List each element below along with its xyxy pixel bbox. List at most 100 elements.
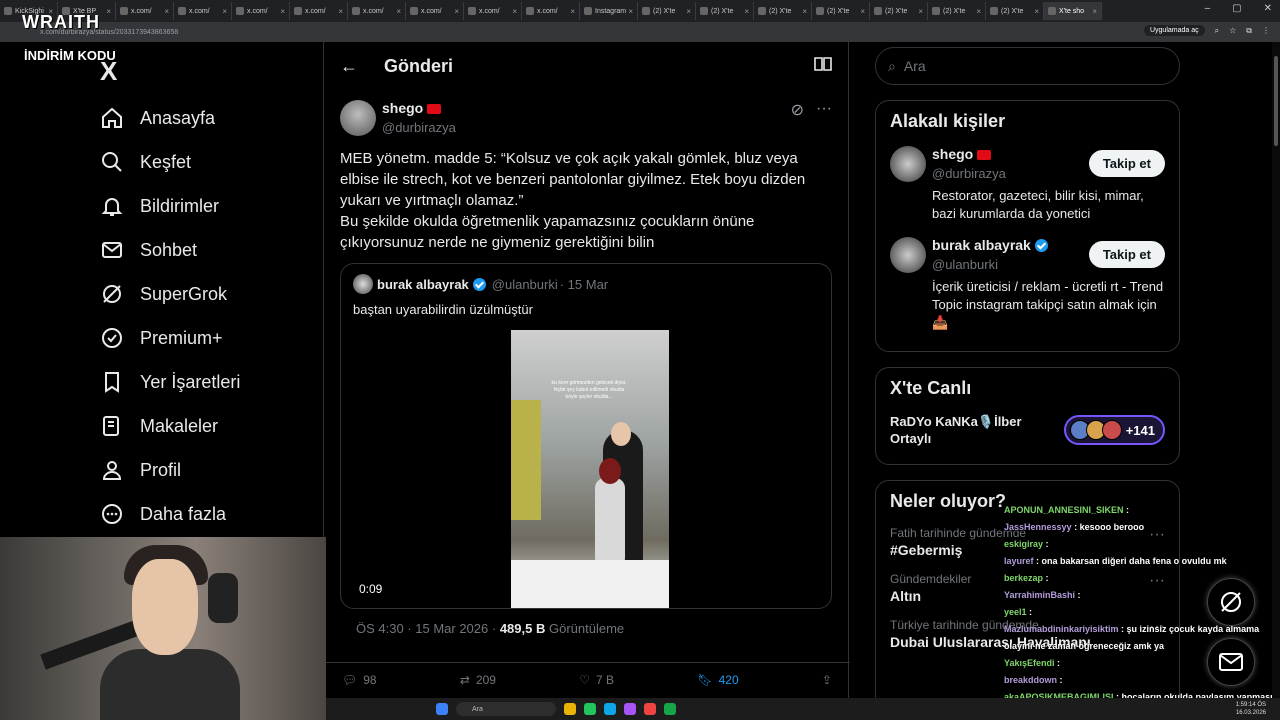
browser-tab[interactable]: x.com/ × (116, 2, 174, 20)
share-button[interactable]: ⇪ (822, 673, 832, 687)
taskbar-search[interactable]: Ara (456, 702, 556, 716)
browser-tab[interactable]: x.com/ × (348, 2, 406, 20)
back-arrow-icon[interactable]: ← (340, 56, 358, 77)
chat-username[interactable]: berkezap (1004, 573, 1043, 583)
page-scrollbar[interactable] (1272, 42, 1280, 698)
browser-tab[interactable]: (2) X'te × (928, 2, 986, 20)
sidebar-item-home[interactable]: Anasayfa (100, 96, 240, 140)
close-tab-icon[interactable]: × (396, 7, 401, 16)
address-bar[interactable]: x.com/durbirazya/status/2033173943863658… (0, 22, 1280, 42)
close-tab-icon[interactable]: × (570, 7, 575, 16)
sidebar-item-more[interactable]: Daha fazla (100, 492, 240, 536)
close-tab-icon[interactable]: × (860, 7, 865, 16)
more-icon[interactable]: ··· (816, 100, 832, 120)
quoted-post[interactable]: burak albayrak @ulanburki · 15 Mar başta… (340, 263, 832, 609)
video-player[interactable]: bu kere görmezden gelecek diyor. hiçbir … (511, 330, 669, 608)
chat-username[interactable]: YarrahiminBashi (1004, 590, 1075, 600)
close-tab-icon[interactable]: × (628, 7, 633, 16)
chat-username[interactable]: yeel1 (1004, 607, 1027, 617)
sidebar-item-verified[interactable]: Premium+ (100, 316, 240, 360)
star-icon[interactable]: ☆ (1229, 26, 1236, 35)
browser-tab[interactable]: x.com/ × (522, 2, 580, 20)
browser-tab[interactable]: x.com/ × (232, 2, 290, 20)
close-tab-icon[interactable]: × (454, 7, 459, 16)
browser-tab[interactable]: x.com/ × (290, 2, 348, 20)
reply-button[interactable]: 💬︎ 98 (342, 673, 377, 687)
avatar[interactable] (340, 100, 376, 136)
maximize-icon[interactable]: ▢ (1232, 3, 1241, 14)
chat-username[interactable]: eskigiray (1004, 539, 1043, 549)
browser-tab[interactable]: (2) X'te × (812, 2, 870, 20)
chat-username[interactable]: APONUN_ANNESINI_SIKEN (1004, 505, 1124, 515)
browser-tab[interactable]: (2) X'te × (870, 2, 928, 20)
avatar[interactable] (890, 237, 926, 273)
file-explorer-icon[interactable] (564, 703, 576, 715)
chat-username[interactable]: Mazlumabdininkariyisiktim (1004, 624, 1119, 634)
close-tab-icon[interactable]: × (338, 7, 343, 16)
close-tab-icon[interactable]: × (222, 7, 227, 16)
open-in-app-chip[interactable]: Uygulamada aç (1143, 25, 1205, 36)
browser-tab[interactable]: (2) X'te × (696, 2, 754, 20)
browser-tab[interactable]: x.com/ × (464, 2, 522, 20)
menu-icon[interactable]: ⋮ (1262, 26, 1270, 35)
browser-tab[interactable]: (2) X'te × (754, 2, 812, 20)
follow-button[interactable]: Takip et (1088, 241, 1165, 268)
close-tab-icon[interactable]: × (686, 7, 691, 16)
like-button[interactable]: ♡ 7 B (579, 673, 614, 687)
author-handle[interactable]: @durbirazya (382, 120, 456, 135)
close-tab-icon[interactable]: × (918, 7, 923, 16)
chat-username[interactable]: layuref (1004, 556, 1034, 566)
close-icon[interactable]: ✕ (1264, 3, 1272, 14)
spotify-icon[interactable] (664, 703, 676, 715)
minimize-icon[interactable]: – (1205, 3, 1211, 14)
sidebar-item-profile[interactable]: Profil (100, 448, 240, 492)
messages-button[interactable] (1207, 638, 1255, 686)
sidebar-item-article[interactable]: Makaleler (100, 404, 240, 448)
zoom-icon[interactable]: ⌕ (1215, 26, 1219, 36)
chat-username[interactable]: JassHennessyy (1004, 522, 1072, 532)
reader-mode-icon[interactable] (814, 56, 832, 77)
browser-tab[interactable]: (2) X'te × (638, 2, 696, 20)
bookmark-button[interactable]: 🔖︎ 420 (697, 673, 738, 687)
close-tab-icon[interactable]: × (512, 7, 517, 16)
related-person[interactable]: shego @durbirazya Restorator, gazeteci, … (890, 146, 1165, 223)
close-tab-icon[interactable]: × (976, 7, 981, 16)
follow-button[interactable]: Takip et (1088, 150, 1165, 177)
grok-button[interactable] (1207, 578, 1255, 626)
close-tab-icon[interactable]: × (106, 7, 111, 16)
close-tab-icon[interactable]: × (280, 7, 285, 16)
live-listeners-pill[interactable]: +141 (1063, 415, 1165, 445)
discord-icon[interactable] (624, 703, 636, 715)
sidebar-item-grok[interactable]: SuperGrok (100, 272, 240, 316)
app-icon[interactable] (644, 703, 656, 715)
browser-tab[interactable]: X'te sho × (1044, 2, 1102, 20)
extensions-icon[interactable]: ⧉ (1246, 26, 1252, 36)
sidebar-item-bookmark[interactable]: Yer İşaretleri (100, 360, 240, 404)
post-time[interactable]: ÖS 4:30 · 15 Mar 2026 · (356, 621, 496, 636)
chat-username[interactable]: breakddown (1004, 675, 1057, 685)
close-tab-icon[interactable]: × (1092, 7, 1097, 16)
browser-tab[interactable]: (2) X'te × (986, 2, 1044, 20)
sidebar-item-search[interactable]: Keşfet (100, 140, 240, 184)
avatar[interactable] (890, 146, 926, 182)
quote-avatar[interactable] (353, 274, 373, 294)
repost-button[interactable]: ⇄ 209 (460, 673, 496, 687)
system-clock[interactable]: 1:59:14 ÖS 16.03.2026 (1236, 701, 1266, 717)
chat-username[interactable]: YakışEfendi (1004, 658, 1055, 668)
person-name[interactable]: burak albayrak (932, 237, 1031, 253)
close-tab-icon[interactable]: × (1034, 7, 1039, 16)
browser-tab[interactable]: x.com/ × (406, 2, 464, 20)
close-tab-icon[interactable]: × (802, 7, 807, 16)
related-person[interactable]: burak albayrak @ulanburki İçerik üretici… (890, 237, 1165, 332)
edge-icon[interactable] (604, 703, 616, 715)
browser-tab[interactable]: Instagram × (580, 2, 638, 20)
scrollbar-thumb[interactable] (1274, 56, 1278, 146)
close-tab-icon[interactable]: × (164, 7, 169, 16)
live-space-name[interactable]: RaDYo KaNKa🎙️İlber Ortaylı (890, 413, 1050, 447)
grok-icon[interactable]: ⊘ (791, 100, 804, 120)
search-input[interactable]: ⌕ Ara (875, 47, 1180, 85)
windows-start-icon[interactable] (436, 703, 448, 715)
author-name[interactable]: shego (382, 100, 423, 116)
post-author[interactable]: shego @durbirazya (340, 100, 832, 136)
sidebar-item-bell[interactable]: Bildirimler (100, 184, 240, 228)
